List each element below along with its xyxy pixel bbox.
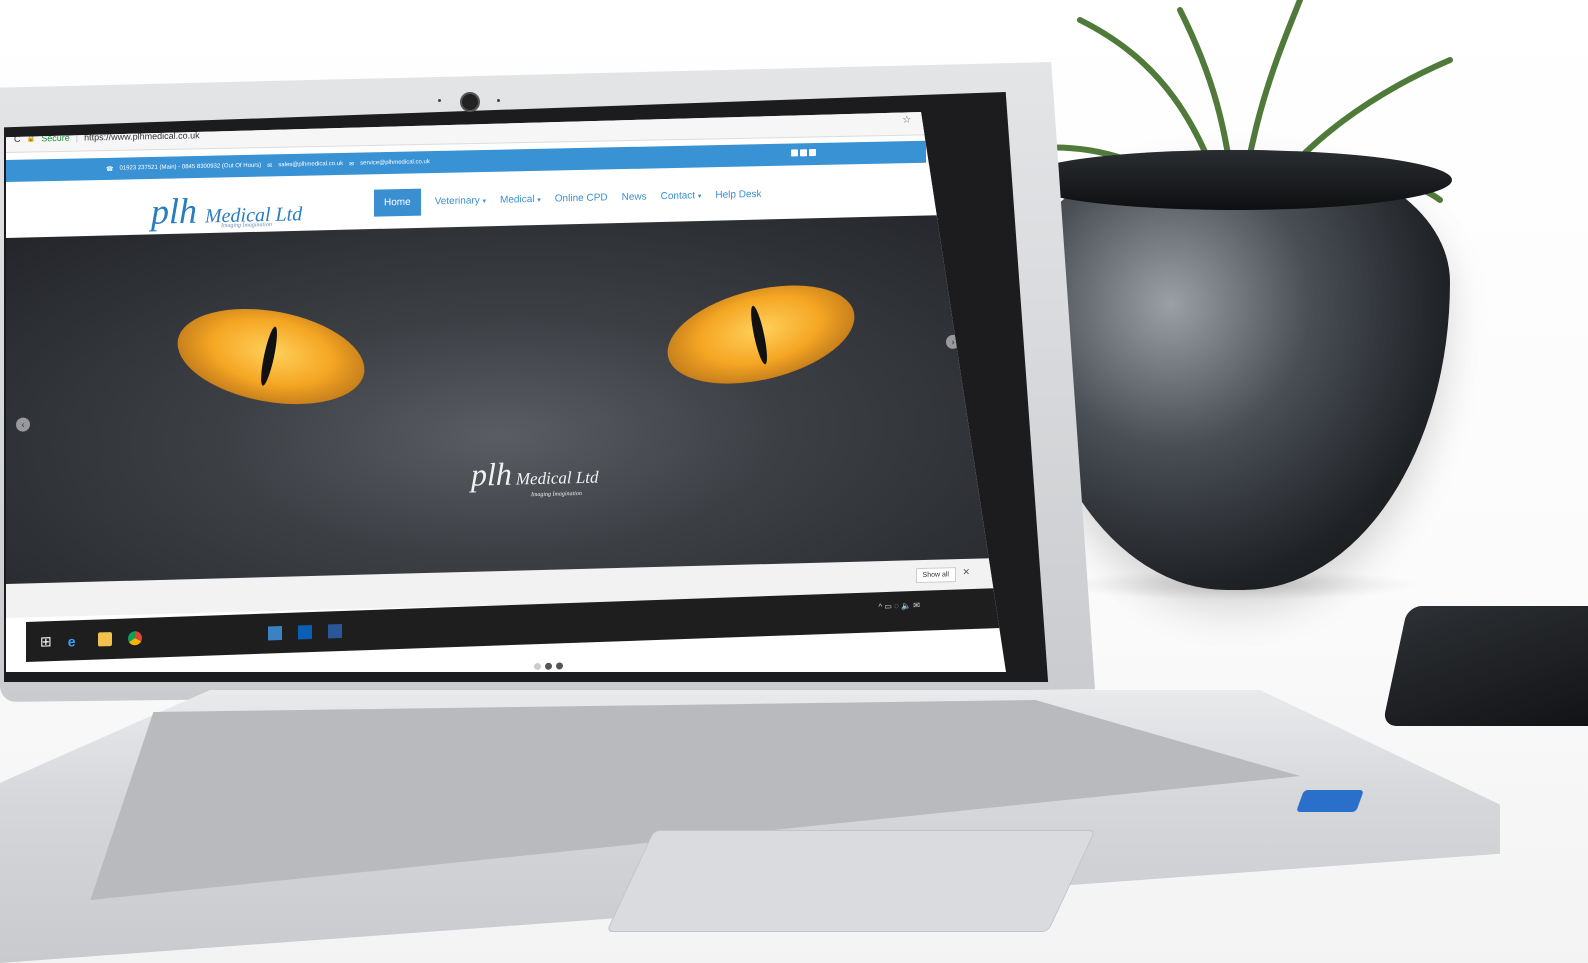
mail-icon: ✉ (267, 162, 273, 170)
slider-dots (534, 662, 563, 671)
site-logo[interactable]: plh Medical Ltd Imaging Imagination (151, 187, 302, 232)
slider-dot[interactable] (556, 662, 563, 670)
caret-down-icon: ▾ (537, 196, 541, 204)
close-icon[interactable]: ✕ (962, 567, 970, 578)
hero-logo-mark: plh (471, 455, 512, 493)
bookmark-star-icon[interactable]: ☆ (902, 115, 911, 126)
nav-contact[interactable]: Contact ▾ (661, 190, 702, 202)
hero-logo-name: Medical Ltd (515, 467, 599, 489)
pupil (257, 325, 281, 387)
logo-mark: plh (151, 190, 198, 232)
service-email-link[interactable]: service@plhmedical.co.uk (360, 159, 430, 166)
webcam (460, 92, 480, 112)
hero-slider: plh Medical Ltd Imaging Imagination ‹ › (6, 213, 996, 671)
tablet-device (1382, 606, 1588, 726)
bezel-sensor-right (497, 99, 500, 102)
nav-medical[interactable]: Medical ▾ (500, 194, 541, 206)
plant-pot-rim (1018, 150, 1452, 210)
show-all-button[interactable]: Show all (915, 567, 956, 584)
nav-online-cpd[interactable]: Online CPD (555, 192, 608, 204)
nav-veterinary-label: Veterinary (434, 195, 480, 208)
nav-news[interactable]: News (622, 191, 647, 203)
chrome-icon[interactable] (127, 630, 142, 646)
facebook-icon[interactable] (809, 149, 816, 157)
file-explorer-icon[interactable] (97, 632, 112, 647)
edge-icon[interactable]: e (68, 633, 82, 649)
windows-start-icon[interactable]: ⊞ (40, 633, 52, 650)
laptop-trackpad (606, 830, 1096, 932)
caret-down-icon: ▾ (482, 198, 487, 206)
bezel-sensor-left (438, 99, 441, 102)
nav-veterinary[interactable]: Veterinary ▾ (435, 195, 486, 207)
nav-medical-label: Medical (500, 194, 535, 206)
taskbar-app-icon[interactable] (267, 626, 282, 641)
nav-home[interactable]: Home (374, 188, 421, 217)
sales-email-link[interactable]: sales@plhmedical.co.uk (278, 161, 343, 168)
system-tray[interactable]: ^ ▭ ◌ 🔈 ✉ (878, 601, 920, 611)
pupil (747, 304, 771, 366)
slider-dot[interactable] (534, 662, 541, 671)
phone-numbers: 01923 237521 (Main) - 0845 8300932 (Out … (119, 162, 262, 172)
intel-sticker (1295, 790, 1365, 812)
mail-icon: ✉ (349, 161, 355, 168)
social-links (791, 149, 816, 157)
slider-prev-button[interactable]: ‹ (16, 417, 30, 432)
nav-contact-label: Contact (660, 190, 696, 203)
outlook-icon[interactable] (297, 625, 312, 640)
nav-help-desk[interactable]: Help Desk (715, 189, 761, 201)
laptop-screen: C 🔒 Secure | https://www.plhmedical.co.u… (6, 112, 1006, 672)
phone-icon: ☎ (106, 166, 114, 173)
hero-logo-tagline: Imaging Imagination (531, 490, 582, 499)
contact-info: ☎ 01923 237521 (Main) - 0845 8300932 (Ou… (106, 159, 430, 173)
linkedin-icon[interactable] (800, 149, 807, 157)
hero-logo: plh Medical Ltd Imaging Imagination (471, 454, 599, 500)
twitter-icon[interactable] (791, 149, 798, 157)
main-nav: Home Veterinary ▾ Medical ▾ Online CPD N… (374, 181, 762, 217)
slider-dot[interactable] (545, 662, 552, 670)
cat-eye-left (168, 294, 374, 419)
cat-eye-right (658, 268, 864, 401)
word-icon[interactable] (327, 623, 342, 639)
logo-tagline: Imaging Imagination (221, 221, 272, 230)
caret-down-icon: ▾ (697, 193, 702, 201)
